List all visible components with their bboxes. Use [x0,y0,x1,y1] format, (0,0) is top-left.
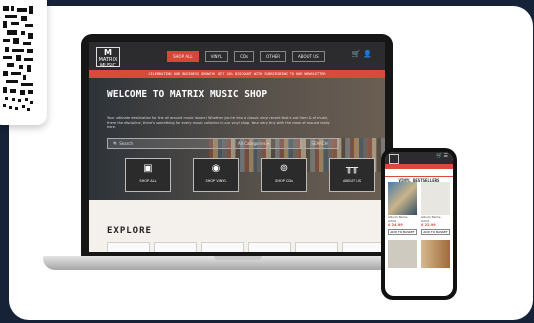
explore-card[interactable] [154,242,197,252]
vinyl-record-icon: ◉ [211,163,221,174]
explore-card[interactable] [201,242,244,252]
laptop-notch [214,256,262,260]
nav-link-cds[interactable]: CDs [234,51,255,62]
qr-code-card[interactable] [0,0,47,125]
phone-navbar: 🛒☰ [385,152,453,164]
tile-label: SHOP CDs [275,179,293,183]
tile-shop-cds[interactable]: ⊚ SHOP CDs [261,158,307,192]
search-placeholder: Search [119,141,134,146]
category-value: All Categories [238,141,266,146]
explore-cards [107,242,385,252]
site-navbar: M MATRIX MUSIC SHOP ALL VINYL CDs OTHER … [89,42,385,70]
tile-label: SHOP ALL [139,179,157,183]
nav-icons: 🛒👤 [352,50,375,58]
search-bar: 🔍 Search All Categories ▾ SEARCH [107,138,339,149]
product-card[interactable]: Album Name · Artist £ 22.99 ADD TO BASKE… [421,182,450,235]
explore-card[interactable] [342,242,385,252]
add-to-basket-button[interactable]: ADD TO BASKET [388,229,417,235]
product-price: £ 22.99 [421,223,436,227]
site-logo[interactable]: M MATRIX MUSIC [96,47,120,69]
product-card[interactable] [388,240,417,268]
explore-card[interactable] [107,242,150,252]
nav-link-other[interactable]: OTHER [260,51,287,62]
category-tiles: ▣ SHOP ALL ◉ SHOP VINYL ⊚ SHOP CDs ╥╥ ABOUT … [125,158,375,192]
cart-icon[interactable]: 🛒 [436,153,443,159]
nav-link-shop-all[interactable]: SHOP ALL [167,51,199,62]
product-card[interactable] [421,240,450,268]
tile-label: ABOUT US [342,179,362,183]
add-to-basket-button[interactable]: ADD TO BASKET [421,229,450,235]
album-cover [421,182,450,215]
logo-text: MATRIX MUSIC [98,57,118,69]
category-select[interactable]: All Categories ▾ [238,139,269,148]
laptop-screen: M MATRIX MUSIC SHOP ALL VINYL CDs OTHER … [89,42,385,252]
hero-title: WELCOME TO MATRIX MUSIC SHOP [107,89,268,100]
phone-nav-icons: 🛒☰ [436,153,449,159]
cart-icon[interactable]: 🛒 [352,50,364,58]
tile-label: SHOP VINYL [205,179,227,183]
product-price: £ 24.99 [388,223,403,227]
tile-shop-all[interactable]: ▣ SHOP ALL [125,158,171,192]
hero-description: Your ultimate destination for the all ar… [107,116,330,129]
phone-screen: 🛒☰ VINYL BESTSELLERS Album Name · Artist… [385,152,453,296]
album-cover [388,182,417,215]
nav-links: SHOP ALL VINYL CDs OTHER ABOUT US [167,51,325,62]
phone-header-spacer [385,169,453,176]
product-title: Album Name · Artist [421,215,443,223]
user-icon[interactable]: 👤 [363,50,375,58]
turntable-icon: ⊚ [279,163,289,174]
promo-banner: CELEBRATING OUR BUSINESS GROWTH! GET 10%… [89,70,385,78]
matrix-logo-icon: ╥╥ [345,163,359,174]
laptop-base [43,256,433,270]
tile-shop-vinyl[interactable]: ◉ SHOP VINYL [193,158,239,192]
product-card[interactable]: Album Name · Artist £ 24.99 ADD TO BASKE… [388,182,417,235]
tile-about-us[interactable]: ╥╥ ABOUT US [329,158,375,192]
record-sleeve-icon: ▣ [143,163,153,174]
logo-mark: M [104,48,112,57]
explore-card[interactable] [248,242,291,252]
laptop-lid: M MATRIX MUSIC SHOP ALL VINYL CDs OTHER … [81,34,393,258]
phone-frame: 🛒☰ VINYL BESTSELLERS Album Name · Artist… [381,148,457,300]
explore-heading: EXPLORE [107,226,152,236]
hero-section: WELCOME TO MATRIX MUSIC SHOP Your ultima… [89,78,385,200]
menu-icon[interactable]: ☰ [444,153,449,159]
search-button[interactable]: SEARCH [300,139,338,148]
nav-link-vinyl[interactable]: VINYL [204,51,229,62]
explore-card[interactable] [295,242,338,252]
qr-code-icon [3,6,33,111]
album-cover [388,240,417,268]
phone-logo[interactable] [389,154,399,164]
search-input[interactable]: 🔍 Search [113,139,133,148]
nav-link-about-us[interactable]: ABOUT US [292,51,325,62]
product-title: Album Name · Artist [388,215,410,223]
album-cover [421,240,450,268]
